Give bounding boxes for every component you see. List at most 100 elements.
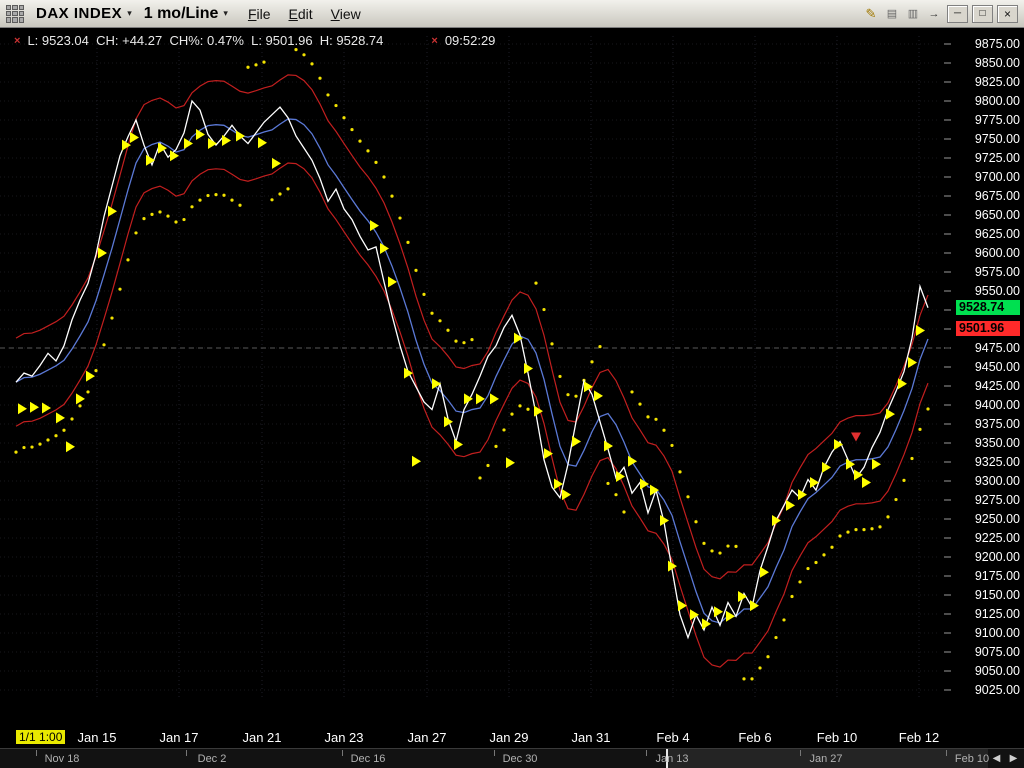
- price-axis-label: 9675.00: [975, 189, 1020, 203]
- buy-signal-triangle: [18, 403, 27, 414]
- price-axis-label: 9700.00: [975, 170, 1020, 184]
- price-axis-label: 9600.00: [975, 246, 1020, 260]
- date-axis-label: Feb 4: [656, 730, 689, 745]
- scrollbar-date-label: Feb 10: [955, 753, 989, 765]
- price-axis-label: 9350.00: [975, 436, 1020, 450]
- price-axis[interactable]: 9875.009850.009825.009800.009775.009750.…: [956, 28, 1024, 726]
- price-axis-label: 9725.00: [975, 151, 1020, 165]
- scrollbar-tick: [946, 750, 947, 756]
- timeline-scrollbar[interactable]: Nov 18Dec 2Dec 16Dec 30Jan 13Jan 27Feb 1…: [0, 748, 1024, 768]
- maximize-button[interactable]: [972, 5, 993, 23]
- buy-signal-triangle: [412, 456, 421, 467]
- price-axis-label: 9250.00: [975, 512, 1020, 526]
- scroll-right-icon[interactable]: [1006, 751, 1021, 766]
- price-axis-label: 9800.00: [975, 94, 1020, 108]
- buy-signal-triangle: [86, 371, 95, 382]
- date-axis[interactable]: 1/1 1:00 Jan 15Jan 17Jan 21Jan 23Jan 27J…: [0, 726, 1024, 748]
- buy-signal-triangle: [584, 381, 593, 392]
- buy-signal-triangle: [56, 412, 65, 423]
- price-axis-label: 9875.00: [975, 37, 1020, 51]
- price-axis-label: 9200.00: [975, 550, 1020, 564]
- chevron-down-icon: [223, 8, 228, 19]
- date-axis-label: Feb 6: [738, 730, 771, 745]
- last-price-highlight: 9501.96: [956, 321, 1020, 336]
- date-axis-label: Feb 10: [817, 730, 857, 745]
- price-axis-label: 9450.00: [975, 360, 1020, 374]
- layout-icon[interactable]: [883, 6, 901, 22]
- price-axis-label: 9050.00: [975, 664, 1020, 678]
- buy-signal-triangle: [916, 325, 925, 336]
- scrollbar-date-label: Jan 27: [809, 753, 842, 765]
- red-x-icon[interactable]: [14, 35, 20, 47]
- price-axis-label: 9225.00: [975, 531, 1020, 545]
- scrollbar-date-label: Dec 16: [351, 753, 386, 765]
- menu-edit[interactable]: Edit: [281, 4, 321, 24]
- buy-signal-triangle: [76, 393, 85, 404]
- buy-signal-triangle: [146, 155, 155, 166]
- date-axis-label: Jan 15: [77, 730, 116, 745]
- price-axis-label: 9650.00: [975, 208, 1020, 222]
- layout-alt-icon[interactable]: [904, 6, 922, 22]
- scrollbar-tick: [186, 750, 187, 756]
- buy-signal-triangle: [908, 357, 917, 368]
- buy-signal-triangle: [628, 456, 637, 467]
- minimize-button[interactable]: [947, 5, 968, 23]
- buy-signal-triangle: [594, 390, 603, 401]
- buy-signal-triangle: [66, 441, 75, 452]
- price-axis-label: 9825.00: [975, 75, 1020, 89]
- price-axis-label: 9375.00: [975, 417, 1020, 431]
- period-selector[interactable]: 1 mo/Line: [144, 5, 228, 23]
- buy-signal-triangle: [444, 416, 453, 427]
- buy-signal-triangle: [184, 138, 193, 149]
- titlebar-tools: [862, 5, 1018, 23]
- scrollbar-tick: [646, 750, 647, 756]
- buy-signal-triangle: [454, 439, 463, 450]
- buy-signal-triangle: [42, 403, 51, 414]
- price-axis-label: 9075.00: [975, 645, 1020, 659]
- price-axis-label: 9125.00: [975, 607, 1020, 621]
- chevron-down-icon: [127, 8, 132, 19]
- chart-area: L: 9523.04 CH: +44.27 CH%: 0.47% L: 9501…: [0, 28, 1024, 748]
- buy-signal-triangle: [30, 402, 39, 413]
- period-label: 1 mo/Line: [144, 5, 219, 23]
- price-axis-label: 9275.00: [975, 493, 1020, 507]
- buy-signal-triangle: [714, 606, 723, 617]
- price-chart-plot[interactable]: [0, 28, 1024, 726]
- buy-signal-triangle: [554, 479, 563, 490]
- forward-icon[interactable]: [925, 6, 943, 22]
- buy-signal-triangle: [506, 457, 515, 468]
- buy-signal-triangle: [98, 248, 107, 259]
- annotate-icon[interactable]: [862, 6, 880, 22]
- menu-view[interactable]: View: [323, 4, 369, 24]
- price-axis-label: 9575.00: [975, 265, 1020, 279]
- scrollbar-date-label: Jan 13: [655, 753, 688, 765]
- symbol-label: DAX INDEX: [36, 5, 122, 22]
- buy-signal-triangle: [490, 393, 499, 404]
- buy-signal-triangle: [222, 135, 231, 146]
- interval-badge: 1/1 1:00: [16, 730, 65, 744]
- scroll-left-icon[interactable]: [989, 751, 1004, 766]
- menubar: File Edit View: [240, 4, 369, 24]
- clock-readout: 09:52:29: [445, 33, 496, 48]
- scrollbar-date-label: Dec 30: [503, 753, 538, 765]
- price-axis-label: 9150.00: [975, 588, 1020, 602]
- symbol-selector[interactable]: DAX INDEX: [36, 5, 132, 22]
- date-axis-label: Jan 27: [407, 730, 446, 745]
- sell-signal-triangle: [851, 432, 861, 441]
- close-button[interactable]: [997, 5, 1018, 23]
- price-axis-label: 9850.00: [975, 56, 1020, 70]
- price-axis-label: 9550.00: [975, 284, 1020, 298]
- app-grid-icon[interactable]: [6, 5, 24, 23]
- price-axis-label: 9025.00: [975, 683, 1020, 697]
- red-x-icon[interactable]: [431, 35, 437, 47]
- price-axis-label: 9475.00: [975, 341, 1020, 355]
- scrollbar-tick: [36, 750, 37, 756]
- quote-summary: L: 9523.04 CH: +44.27 CH%: 0.47% L: 9501…: [27, 33, 383, 48]
- menu-file[interactable]: File: [240, 4, 279, 24]
- price-axis-label: 9175.00: [975, 569, 1020, 583]
- buy-signal-triangle: [872, 459, 881, 470]
- buy-signal-triangle: [898, 378, 907, 389]
- price-axis-label: 9100.00: [975, 626, 1020, 640]
- price-axis-label: 9625.00: [975, 227, 1020, 241]
- buy-signal-triangle: [388, 276, 397, 287]
